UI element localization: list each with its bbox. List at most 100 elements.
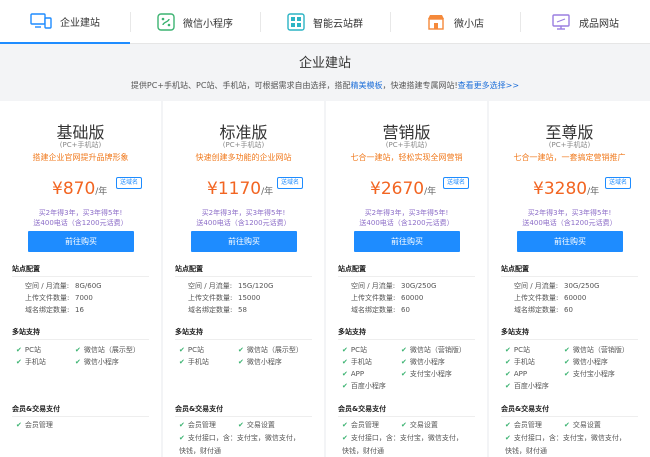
- section-subtitle: 提供PC+手机站、PC站、手机站，可根据需求自由选择，搭配精美模板，快速搭建专属…: [0, 80, 650, 91]
- feature-label: 支付宝小程序: [409, 370, 452, 378]
- tab-label: 智能云站群: [313, 18, 363, 30]
- free-domain-badge: 送域名: [443, 177, 470, 189]
- member-pay-heading: 会员&交易支付: [501, 405, 550, 413]
- feature-item: ✔ 交易设置: [564, 421, 601, 430]
- spec-label: 上传文件数量:: [25, 294, 70, 302]
- spec-label: 空间 / 月流量:: [351, 282, 396, 290]
- feature-label: 手机站: [350, 358, 372, 366]
- feature-item-cont: 快钱，财付通: [179, 447, 221, 456]
- feature-item: ✔ 微信小程序: [238, 358, 282, 367]
- spec-value: 60000: [401, 294, 424, 302]
- price-unit: /年: [95, 187, 108, 197]
- feature-item: ✔ 微信小程序: [564, 358, 608, 367]
- subtitle-text: 提供PC+手机站、PC站、手机站，可根据需求自由选择，搭配: [130, 81, 351, 90]
- check-icon: ✔: [342, 434, 348, 442]
- feature-label: 会员管理: [350, 421, 379, 429]
- feature-label: PC站: [187, 346, 204, 354]
- buy-button[interactable]: 前往购买: [517, 231, 623, 252]
- tab-ready-made-sites[interactable]: 成品网站: [520, 0, 650, 44]
- product-tabs: 企业建站 微信小程序 智能云站群 微小店 成品网站: [0, 0, 650, 44]
- feature-label: 会员管理: [513, 421, 542, 429]
- feature-item: ✔ 支付接口，含：支付宝，微信支付，: [179, 434, 300, 443]
- buy-button[interactable]: 前往购买: [354, 231, 460, 252]
- spec-value: 60: [564, 306, 573, 314]
- spec-files: 上传文件数量: 60000: [514, 294, 586, 303]
- feature-item: ✔ 会员管理: [505, 421, 542, 430]
- divider: [501, 416, 638, 417]
- feature-item: ✔ PC站: [505, 346, 530, 355]
- spec-domains: 域名绑定数量: 60: [351, 306, 410, 315]
- feature-label: 快钱，财付通: [179, 447, 221, 455]
- spec-domains: 域名绑定数量: 58: [188, 306, 247, 315]
- tab-label: 企业建站: [60, 17, 100, 29]
- template-link[interactable]: 精美模板: [350, 81, 382, 90]
- see-more-link[interactable]: 查看更多选择>>: [458, 81, 519, 90]
- spec-domains: 域名绑定数量: 16: [25, 306, 84, 315]
- site-config-heading: 站点配置: [175, 265, 203, 273]
- spec-label: 空间 / 月流量:: [188, 282, 233, 290]
- check-icon: ✔: [16, 421, 22, 429]
- promo-line: 送400电话（含1200元话费）: [522, 219, 617, 227]
- feature-label: 快钱，财付通: [505, 447, 547, 455]
- member-pay-heading: 会员&交易支付: [12, 405, 61, 413]
- feature-label: 百度小程序: [350, 382, 386, 390]
- divider: [12, 339, 149, 340]
- feature-item: ✔ 会员管理: [16, 421, 53, 430]
- feature-item-cont: 快钱，财付通: [342, 447, 384, 456]
- divider: [338, 416, 475, 417]
- plan-card-standard: 标准版 (PC+手机站) 快速创建多功能的企业网站 ¥1170/年 送域名 买2…: [163, 101, 324, 457]
- feature-item: ✔ PC站: [342, 346, 367, 355]
- tab-label: 微信小程序: [183, 18, 233, 30]
- buy-button[interactable]: 前往购买: [28, 231, 134, 252]
- check-icon: ✔: [238, 346, 244, 354]
- feature-label: 微信站（展示型）: [246, 346, 303, 354]
- check-icon: ✔: [505, 434, 511, 442]
- feature-label: PC站: [513, 346, 530, 354]
- feature-label: 支付接口，含：支付宝，微信支付，: [350, 434, 463, 442]
- feature-item: ✔ APP: [342, 370, 364, 379]
- tab-smart-cloud-sites[interactable]: 智能云站群: [260, 0, 390, 44]
- check-icon: ✔: [505, 421, 511, 429]
- price-value: ¥870: [52, 179, 96, 199]
- member-pay-heading: 会员&交易支付: [175, 405, 224, 413]
- check-icon: ✔: [238, 358, 244, 366]
- feature-label: 交易设置: [246, 421, 275, 429]
- divider: [338, 276, 475, 277]
- feature-label: APP: [350, 370, 365, 378]
- promo-line: 送400电话（含1200元话费）: [33, 219, 128, 227]
- promo-line: 送400电话（含1200元话费）: [359, 219, 454, 227]
- feature-item-cont: 快钱，财付通: [505, 447, 547, 456]
- monitor-icon: [552, 14, 570, 30]
- tab-wechat-mini-program[interactable]: 微信小程序: [130, 0, 260, 44]
- feature-item: ✔ PC站: [16, 346, 41, 355]
- tab-micro-shop[interactable]: 微小店: [390, 0, 520, 44]
- divider: [175, 339, 312, 340]
- feature-item: ✔ 手机站: [505, 358, 535, 367]
- feature-item: ✔ 交易设置: [238, 421, 275, 430]
- spec-value: 8G/60G: [75, 282, 102, 290]
- feature-label: 微信小程序: [246, 358, 282, 366]
- subtitle-text-end: ，快速搭建专属网站!: [382, 81, 458, 90]
- buy-button[interactable]: 前往购买: [191, 231, 297, 252]
- feature-item: ✔ 微信站（展示型）: [75, 346, 140, 355]
- promo-line: 送400电话（含1200元话费）: [196, 219, 291, 227]
- spec-space: 空间 / 月流量: 15G/120G: [188, 282, 273, 291]
- spec-files: 上传文件数量: 60000: [351, 294, 423, 303]
- mini-program-icon: [157, 13, 175, 31]
- feature-item: ✔ 交易设置: [401, 421, 438, 430]
- spec-label: 域名绑定数量:: [188, 306, 233, 314]
- spec-value: 7000: [75, 294, 93, 302]
- feature-item: ✔ APP: [505, 370, 527, 379]
- free-domain-badge: 送域名: [116, 177, 143, 189]
- check-icon: ✔: [179, 358, 185, 366]
- divider: [338, 339, 475, 340]
- site-cluster-icon: [287, 13, 305, 31]
- plan-slogan: 七合一建站，轻松实现全网营销: [350, 153, 463, 162]
- feature-item: ✔ 百度小程序: [505, 382, 549, 391]
- tab-enterprise-site[interactable]: 企业建站: [0, 0, 130, 44]
- member-pay-heading: 会员&交易支付: [338, 405, 387, 413]
- check-icon: ✔: [505, 346, 511, 354]
- spec-files: 上传文件数量: 7000: [25, 294, 93, 303]
- desktop-mobile-icon: [30, 13, 52, 29]
- plan-slogan: 快速创建多功能的企业网站: [195, 153, 292, 162]
